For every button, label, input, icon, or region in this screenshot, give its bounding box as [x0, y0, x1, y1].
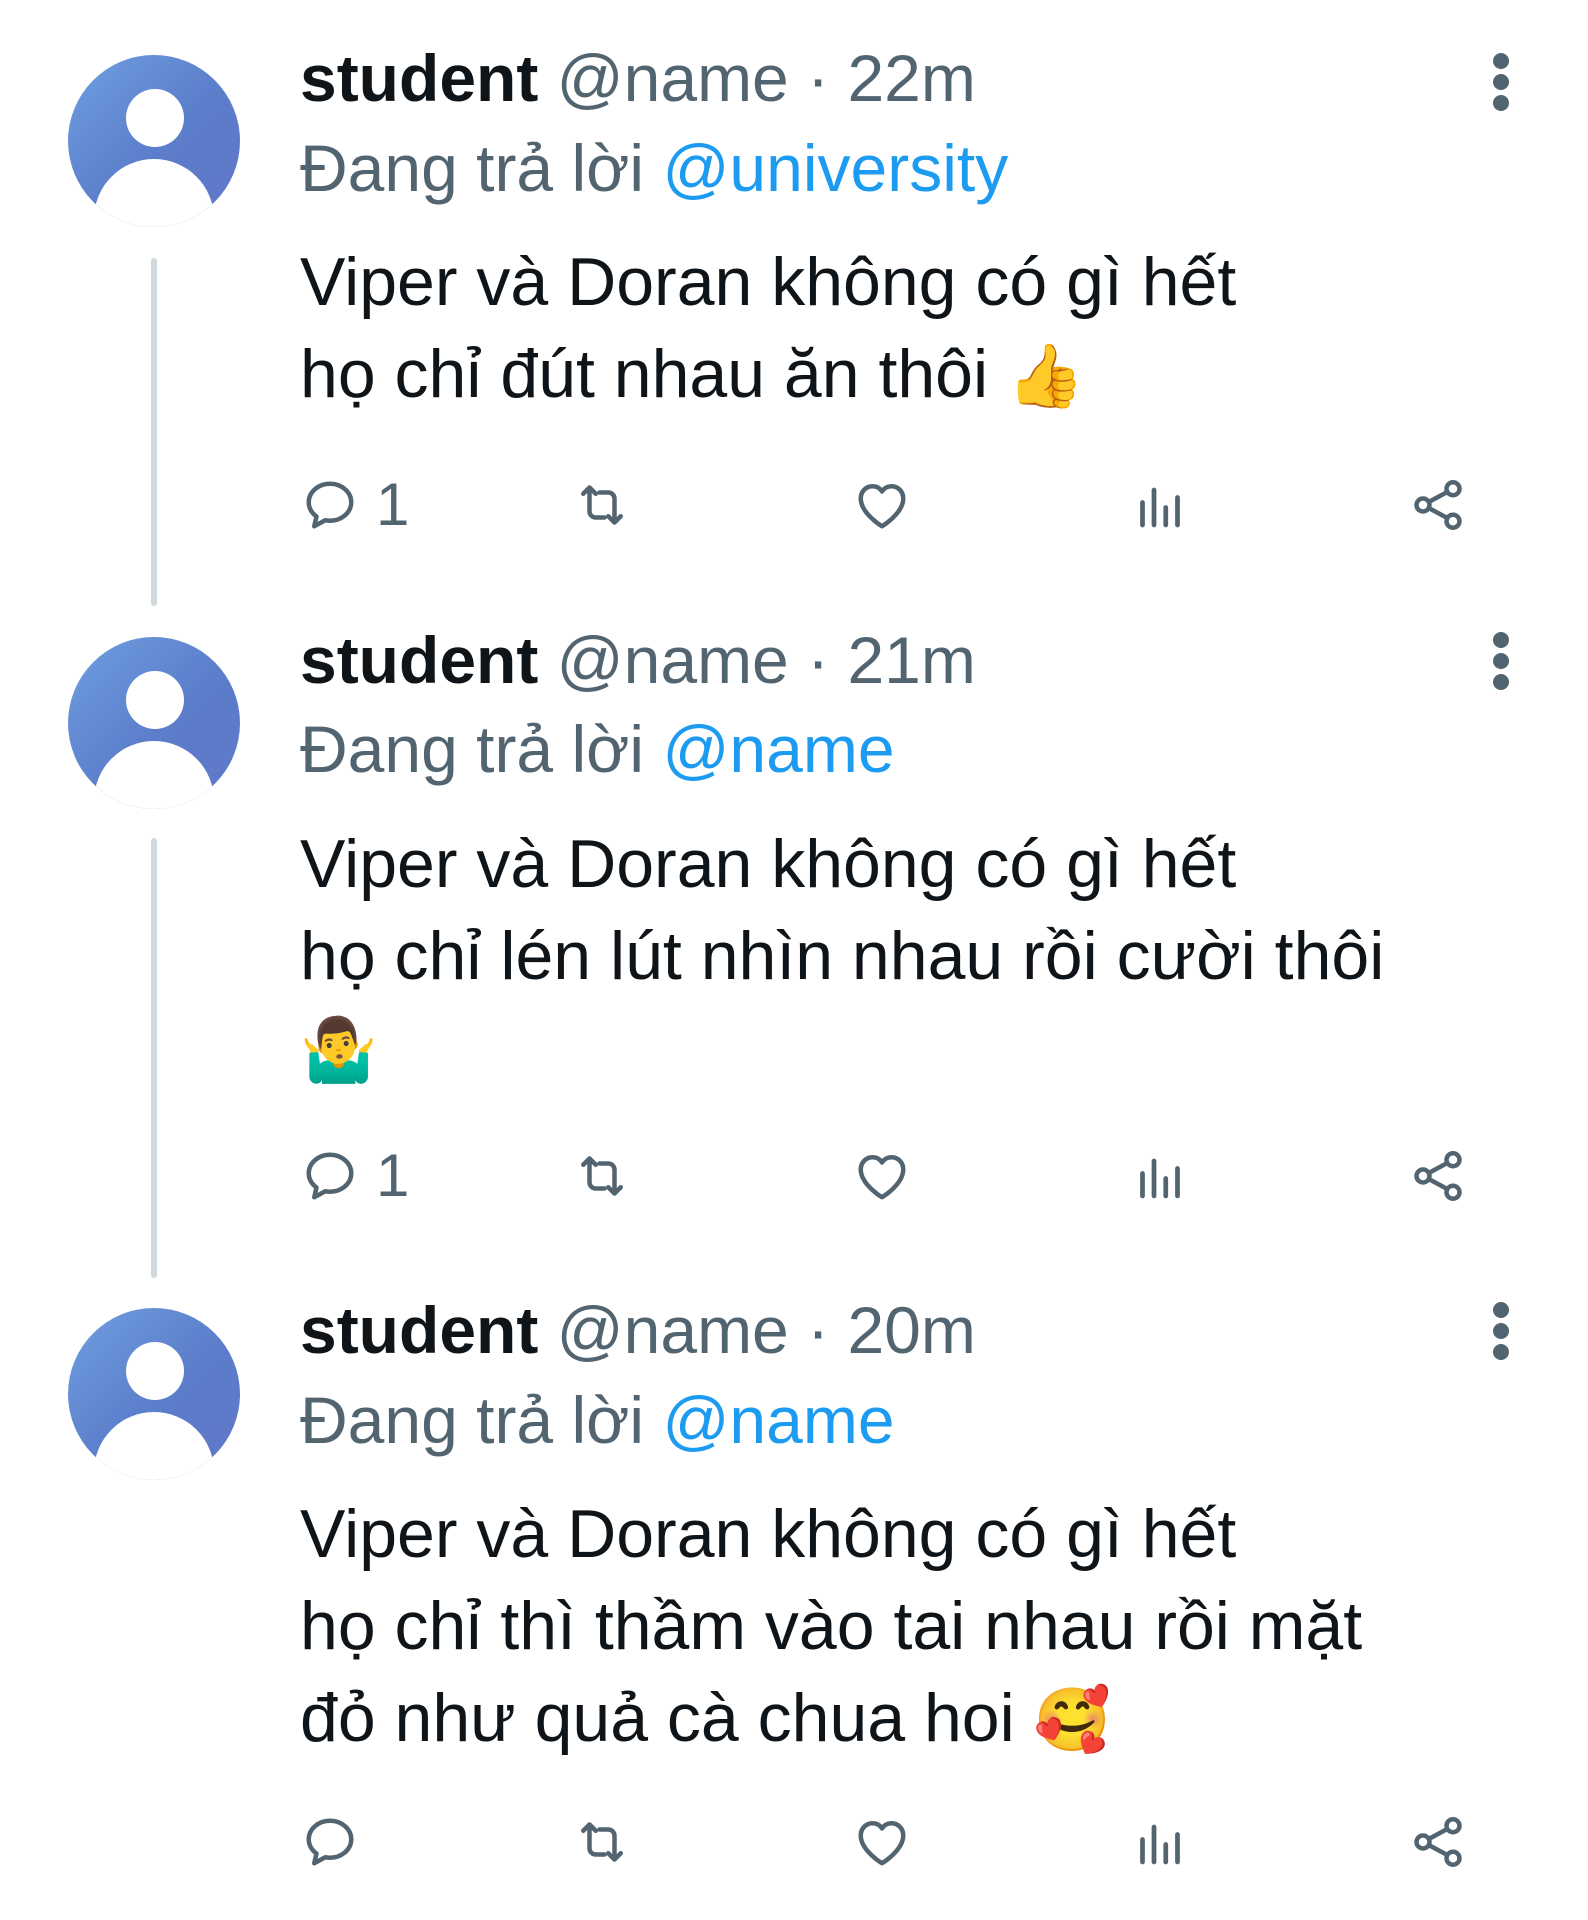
retweet-button[interactable]	[572, 1136, 632, 1216]
reply-icon	[306, 1818, 354, 1866]
share-icon	[1414, 1817, 1462, 1867]
avatar[interactable]	[68, 637, 240, 809]
more-options-button[interactable]	[1480, 614, 1524, 704]
share-icon	[1414, 1151, 1462, 1201]
tweet-text: Viper và Doran không có gì hết họ chỉ th…	[300, 1488, 1560, 1767]
mention-link[interactable]: @name	[662, 712, 894, 786]
reply-button[interactable]: 1	[300, 1136, 409, 1216]
user-handle[interactable]: @name	[557, 623, 789, 697]
conversation-thread: student @name · 22m Đang trả lời @univer…	[0, 0, 1588, 1920]
views-icon	[1140, 1158, 1180, 1199]
replying-to: Đang trả lời @university	[300, 128, 1008, 208]
reply-button[interactable]	[300, 1802, 376, 1882]
user-handle[interactable]: @name	[557, 41, 789, 115]
retweet-icon	[581, 485, 623, 525]
reply-count: 1	[376, 1142, 410, 1209]
like-button[interactable]	[852, 1802, 912, 1882]
user-handle[interactable]: @name	[557, 1293, 789, 1367]
replying-to: Đang trả lời @name	[300, 709, 895, 789]
tweet-text: Viper và Doran không có gì hết họ chỉ đú…	[300, 236, 1560, 423]
views-button[interactable]	[1130, 1136, 1190, 1216]
replying-to-label: Đang trả lời	[300, 131, 645, 205]
smiling-face-with-hearts-emoji: 🥰	[1033, 1686, 1111, 1755]
share-icon	[1414, 480, 1462, 530]
mention-link[interactable]: @university	[662, 131, 1008, 205]
retweet-icon	[581, 1822, 623, 1862]
more-vertical-icon	[1493, 632, 1509, 648]
reply-button[interactable]: 1	[300, 465, 409, 545]
avatar[interactable]	[68, 55, 240, 227]
timestamp[interactable]: 22m	[847, 41, 975, 115]
heart-icon	[858, 484, 906, 529]
separator-dot: ·	[807, 41, 830, 115]
timestamp[interactable]: 20m	[847, 1293, 975, 1367]
tweet-text-line: Viper và Doran không có gì hết	[300, 826, 1237, 902]
display-name[interactable]: student	[300, 41, 538, 115]
replying-to: Đang trả lời @name	[300, 1380, 895, 1460]
replying-to-label: Đang trả lời	[300, 712, 645, 786]
retweet-button[interactable]	[572, 1802, 632, 1882]
share-button[interactable]	[1408, 1136, 1468, 1216]
tweet-text-line: họ chỉ lén lút nhìn nhau rồi cười thôi	[300, 918, 1385, 994]
tweet-actions	[300, 1802, 1500, 1882]
more-options-button[interactable]	[1480, 35, 1524, 125]
views-icon	[1140, 487, 1180, 528]
thread-connector-line	[151, 258, 157, 606]
like-button[interactable]	[852, 1136, 912, 1216]
mention-link[interactable]: @name	[662, 1383, 894, 1457]
reply-icon	[306, 481, 354, 529]
separator-dot: ·	[807, 1293, 830, 1367]
reply-icon	[306, 1152, 354, 1200]
tweet-header: student @name · 20m	[300, 1290, 976, 1370]
share-button[interactable]	[1408, 1802, 1468, 1882]
like-button[interactable]	[852, 465, 912, 545]
shrug-emoji: 🤷‍♂️	[300, 1016, 378, 1085]
display-name[interactable]: student	[300, 623, 538, 697]
display-name[interactable]: student	[300, 1293, 538, 1367]
more-options-button[interactable]	[1480, 1284, 1524, 1374]
tweet-header: student @name · 22m	[300, 38, 976, 118]
tweet-text: Viper và Doran không có gì hết họ chỉ lé…	[300, 818, 1560, 1097]
retweet-icon	[581, 1156, 623, 1196]
heart-icon	[858, 1155, 906, 1200]
tweet-actions: 1	[300, 465, 1500, 545]
replying-to-label: Đang trả lời	[300, 1383, 645, 1457]
tweet-text-line: họ chỉ thì thầm vào tai nhau rồi mặt	[300, 1588, 1363, 1664]
views-icon	[1140, 1824, 1180, 1865]
tweet-text-line: đỏ như quả cà chua hoi	[300, 1680, 1015, 1756]
heart-icon	[858, 1821, 906, 1866]
tweet-text-line: Viper và Doran không có gì hết	[300, 244, 1237, 320]
more-vertical-icon	[1493, 1302, 1509, 1318]
retweet-button[interactable]	[572, 465, 632, 545]
timestamp[interactable]: 21m	[847, 623, 975, 697]
tweet-header: student @name · 21m	[300, 620, 976, 700]
thumbs-up-emoji: 👍	[1007, 342, 1085, 411]
share-button[interactable]	[1408, 465, 1468, 545]
more-vertical-icon	[1493, 53, 1509, 69]
avatar[interactable]	[68, 1308, 240, 1480]
tweet-text-line: họ chỉ đút nhau ăn thôi	[300, 336, 989, 412]
tweet-actions: 1	[300, 1136, 1500, 1216]
tweet-text-line: Viper và Doran không có gì hết	[300, 1496, 1237, 1572]
separator-dot: ·	[807, 623, 830, 697]
thread-connector-line	[151, 838, 157, 1278]
views-button[interactable]	[1130, 465, 1190, 545]
reply-count: 1	[376, 471, 410, 538]
views-button[interactable]	[1130, 1802, 1190, 1882]
